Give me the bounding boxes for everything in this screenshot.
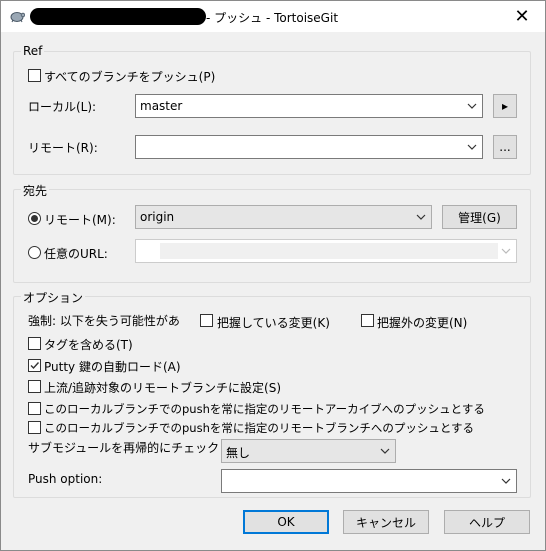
arbitrary-url-select[interactable] <box>135 239 517 263</box>
options-legend: オプション <box>21 289 86 306</box>
title-bar: - プッシュ - TortoiseGit ✕ <box>1 1 545 32</box>
chevron-down-icon <box>380 448 390 454</box>
remote-branch-select[interactable] <box>135 135 483 159</box>
putty-autoload-label: Putty 鍵の自動ロード(A) <box>44 360 181 374</box>
ok-label: OK <box>277 515 295 529</box>
play-arrow-icon: ▸ <box>501 99 509 113</box>
chevron-down-icon <box>467 103 477 109</box>
local-branch-value: master <box>140 99 183 113</box>
force-known-checkbox[interactable] <box>200 314 213 327</box>
destination-legend: 宛先 <box>21 182 50 199</box>
tortoisegit-app-icon <box>10 12 25 23</box>
close-icon: ✕ <box>514 6 530 27</box>
checkmark-icon <box>30 362 40 370</box>
manage-remotes-label: 管理(G) <box>458 210 501 225</box>
always-push-branch-label: このローカルブランチでのpushを常に指定のリモートブランチへのプッシュとする <box>44 421 475 435</box>
help-label: ヘルプ <box>468 515 505 530</box>
remote-radio[interactable] <box>28 212 41 225</box>
url-input-disabled-fill <box>160 243 498 259</box>
cancel-label: キャンセル <box>355 515 416 530</box>
arbitrary-url-label: 任意のURL: <box>44 247 108 261</box>
push-dialog: - プッシュ - TortoiseGit ✕ Ref すべてのブランチをプッシュ… <box>0 0 546 551</box>
include-tags-label: タグを含める(T) <box>44 338 133 352</box>
local-branch-select[interactable]: master <box>135 94 483 118</box>
chevron-down-icon <box>416 214 426 220</box>
close-button[interactable]: ✕ <box>499 1 545 32</box>
help-button[interactable]: ヘルプ <box>444 510 530 534</box>
always-push-archive-checkbox[interactable] <box>28 402 41 415</box>
chevron-down-icon <box>501 248 511 254</box>
always-push-branch-checkbox[interactable] <box>28 421 41 434</box>
include-tags-checkbox[interactable] <box>28 337 41 350</box>
force-unknown-checkbox[interactable] <box>361 314 374 327</box>
force-label: 強制: 以下を失う可能性があ <box>28 314 180 328</box>
manage-remotes-button[interactable]: 管理(G) <box>442 205 517 229</box>
push-all-branches-checkbox[interactable] <box>28 69 41 82</box>
local-branch-label: ローカル(L): <box>28 100 97 114</box>
window-title: - プッシュ - TortoiseGit <box>206 11 339 25</box>
putty-autoload-checkbox[interactable] <box>28 359 41 372</box>
set-upstream-checkbox[interactable] <box>28 380 41 393</box>
ok-button[interactable]: OK <box>243 510 329 534</box>
local-branch-browse-button[interactable]: ▸ <box>493 94 517 118</box>
remote-select-value: origin <box>140 210 175 224</box>
ref-legend: Ref <box>21 44 45 58</box>
remote-select[interactable]: origin <box>135 205 432 229</box>
remote-branch-label: リモート(R): <box>28 141 98 155</box>
redacted-repo-name <box>30 8 206 25</box>
chevron-down-icon <box>501 478 511 484</box>
radio-selected-dot <box>31 215 38 222</box>
push-option-select[interactable] <box>221 469 517 493</box>
cancel-button[interactable]: キャンセル <box>343 510 429 534</box>
recurse-submodules-select[interactable]: 無し <box>221 439 396 463</box>
force-unknown-label: 把握外の変更(N) <box>377 316 468 330</box>
remote-radio-label: リモート(M): <box>44 213 116 227</box>
always-push-archive-label: このローカルブランチでのpushを常に指定のリモートアーカイブへのプッシュとする <box>44 402 485 416</box>
arbitrary-url-radio[interactable] <box>28 246 41 259</box>
push-option-label: Push option: <box>28 472 103 486</box>
chevron-down-icon <box>467 144 477 150</box>
remote-branch-browse-button[interactable]: ... <box>493 135 517 159</box>
push-all-branches-label: すべてのブランチをプッシュ(P) <box>44 70 216 84</box>
ellipsis-icon: ... <box>499 140 511 154</box>
set-upstream-label: 上流/追跡対象のリモートブランチに設定(S) <box>44 381 282 395</box>
destination-group: 宛先 <box>13 182 531 283</box>
force-known-label: 把握している変更(K) <box>217 316 330 330</box>
recurse-submodules-label: サブモジュールを再帰的にチェック <box>28 441 220 455</box>
recurse-submodules-value: 無し <box>226 446 251 460</box>
